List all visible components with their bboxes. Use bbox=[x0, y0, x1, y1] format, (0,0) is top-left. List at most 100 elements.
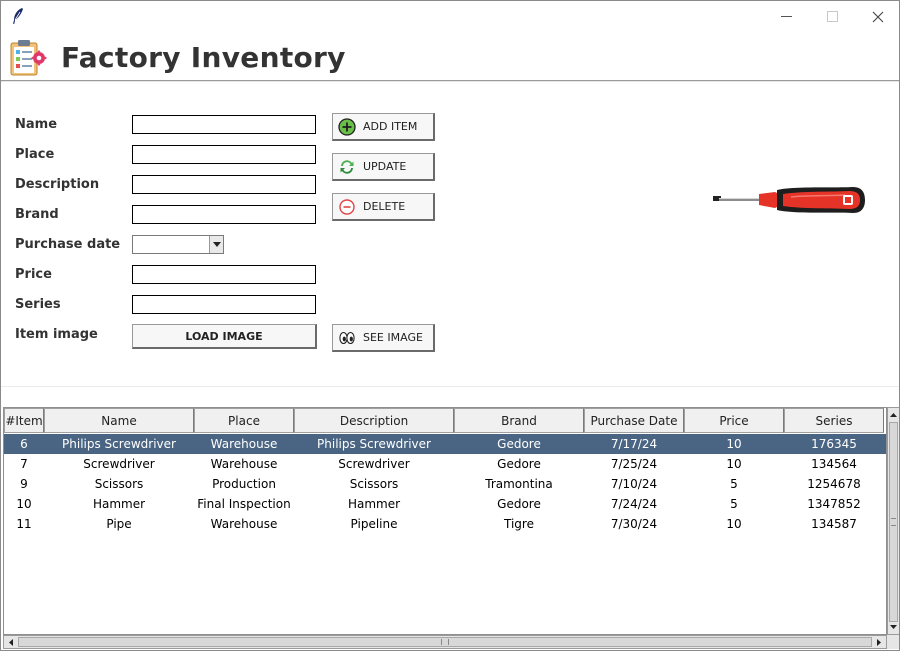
update-button[interactable]: UPDATE bbox=[332, 153, 435, 181]
scroll-left-button[interactable] bbox=[5, 636, 17, 648]
cell-series: 134564 bbox=[811, 457, 857, 471]
column-header-place[interactable]: Place bbox=[194, 408, 294, 433]
scroll-up-button[interactable] bbox=[888, 409, 899, 421]
cell-item: 6 bbox=[20, 437, 28, 451]
table-row[interactable]: 11 Pipe Warehouse Pipeline Tigre 7/30/24… bbox=[4, 514, 886, 534]
scroll-grip bbox=[891, 518, 896, 526]
cell-purchase-date: 7/30/24 bbox=[610, 517, 658, 531]
feather-icon bbox=[13, 8, 23, 24]
load-image-button[interactable]: LOAD IMAGE bbox=[132, 324, 317, 349]
column-header-description[interactable]: Description bbox=[294, 408, 454, 433]
column-header-series[interactable]: Series bbox=[784, 408, 884, 433]
name-label: Name bbox=[15, 117, 58, 132]
place-label: Place bbox=[15, 147, 55, 162]
header: Factory Inventory bbox=[1, 32, 899, 81]
cell-purchase-date: 7/10/24 bbox=[610, 477, 658, 491]
cell-name: Screwdriver bbox=[83, 457, 155, 471]
horizontal-scrollbar[interactable] bbox=[3, 635, 887, 649]
header-divider bbox=[1, 80, 899, 82]
scroll-down-button[interactable] bbox=[888, 621, 899, 633]
place-field[interactable] bbox=[132, 145, 316, 164]
price-field[interactable] bbox=[132, 265, 316, 284]
brand-label: Brand bbox=[15, 207, 59, 222]
app-window: Factory Inventory Name Place Description… bbox=[0, 0, 900, 651]
scroll-grip bbox=[441, 639, 449, 645]
form-divider bbox=[1, 386, 899, 387]
series-field[interactable] bbox=[132, 295, 316, 314]
cell-price: 5 bbox=[730, 497, 738, 511]
price-label: Price bbox=[15, 267, 52, 282]
vertical-scrollbar[interactable] bbox=[887, 407, 899, 635]
close-button[interactable] bbox=[855, 1, 899, 32]
scrollbar-corner bbox=[887, 635, 899, 649]
table-row[interactable]: 7 Screwdriver Warehouse Screwdriver Gedo… bbox=[4, 454, 886, 474]
purchase-date-combobox[interactable] bbox=[132, 235, 224, 254]
cell-description: Pipeline bbox=[350, 517, 398, 531]
cell-description: Philips Screwdriver bbox=[317, 437, 431, 451]
column-header-purchase-date[interactable]: Purchase Date bbox=[584, 408, 684, 433]
cell-name: Philips Screwdriver bbox=[62, 437, 176, 451]
scroll-right-button[interactable] bbox=[873, 636, 885, 648]
cell-series: 1254678 bbox=[807, 477, 861, 491]
minimize-button[interactable] bbox=[763, 1, 809, 32]
see-image-label: SEE IMAGE bbox=[363, 331, 423, 344]
delete-button[interactable]: DELETE bbox=[332, 193, 435, 221]
minus-circle-icon bbox=[339, 198, 355, 215]
arrow-down-icon bbox=[890, 625, 897, 629]
add-item-label: ADD ITEM bbox=[363, 120, 418, 133]
column-header-item[interactable]: #Item bbox=[4, 408, 44, 433]
purchase-date-value bbox=[133, 238, 136, 252]
cell-brand: Tramontina bbox=[485, 477, 553, 491]
cell-item: 10 bbox=[16, 497, 32, 511]
cell-place: Warehouse bbox=[210, 457, 278, 471]
cell-series: 1347852 bbox=[807, 497, 861, 511]
cell-name: Pipe bbox=[106, 517, 132, 531]
horizontal-scroll-thumb[interactable] bbox=[18, 637, 872, 647]
column-header-brand[interactable]: Brand bbox=[454, 408, 584, 433]
item-image-label: Item image bbox=[15, 327, 98, 342]
refresh-icon bbox=[340, 159, 354, 174]
cell-purchase-date: 7/24/24 bbox=[610, 497, 658, 511]
cell-price: 10 bbox=[726, 457, 742, 471]
table-row[interactable]: 6 Philips Screwdriver Warehouse Philips … bbox=[4, 434, 886, 454]
screwdriver-image bbox=[713, 187, 865, 213]
cell-place: Final Inspection bbox=[197, 497, 291, 511]
series-label: Series bbox=[15, 297, 61, 312]
cell-description: Screwdriver bbox=[338, 457, 410, 471]
cell-name: Hammer bbox=[92, 497, 146, 511]
cell-description: Hammer bbox=[347, 497, 401, 511]
cell-name: Scissors bbox=[94, 477, 144, 491]
dropdown-button[interactable] bbox=[209, 236, 223, 253]
table-row[interactable]: 9 Scissors Production Scissors Tramontin… bbox=[4, 474, 886, 494]
cell-brand: Gedore bbox=[497, 437, 541, 451]
load-image-label: LOAD IMAGE bbox=[185, 329, 263, 343]
column-header-price[interactable]: Price bbox=[684, 408, 784, 433]
cell-price: 10 bbox=[726, 517, 742, 531]
name-field[interactable] bbox=[132, 115, 316, 134]
cell-price: 10 bbox=[726, 437, 742, 451]
table-header: #Item Name Place Description Brand Purch… bbox=[4, 408, 884, 433]
cell-place: Production bbox=[212, 477, 276, 491]
add-item-button[interactable]: ADD ITEM bbox=[332, 113, 435, 141]
vertical-scroll-thumb[interactable] bbox=[889, 422, 898, 622]
table-row[interactable]: 10 Hammer Final Inspection Hammer Gedore… bbox=[4, 494, 886, 514]
description-field[interactable] bbox=[132, 175, 316, 194]
chevron-down-icon bbox=[212, 242, 221, 247]
clipboard-gear-icon bbox=[10, 40, 47, 76]
see-image-button[interactable]: SEE IMAGE bbox=[332, 324, 435, 352]
cell-brand: Gedore bbox=[497, 457, 541, 471]
maximize-button[interactable] bbox=[809, 1, 855, 32]
brand-field[interactable] bbox=[132, 205, 316, 224]
cell-place: Warehouse bbox=[210, 517, 278, 531]
cell-purchase-date: 7/25/24 bbox=[610, 457, 658, 471]
inventory-table[interactable]: #Item Name Place Description Brand Purch… bbox=[3, 407, 887, 635]
delete-label: DELETE bbox=[363, 200, 406, 213]
cell-description: Scissors bbox=[349, 477, 399, 491]
cell-item: 11 bbox=[16, 517, 32, 531]
close-icon bbox=[872, 11, 884, 22]
cell-brand: Gedore bbox=[497, 497, 541, 511]
minimize-icon bbox=[780, 16, 792, 17]
update-label: UPDATE bbox=[363, 160, 407, 173]
cell-item: 9 bbox=[20, 477, 28, 491]
column-header-name[interactable]: Name bbox=[44, 408, 194, 433]
